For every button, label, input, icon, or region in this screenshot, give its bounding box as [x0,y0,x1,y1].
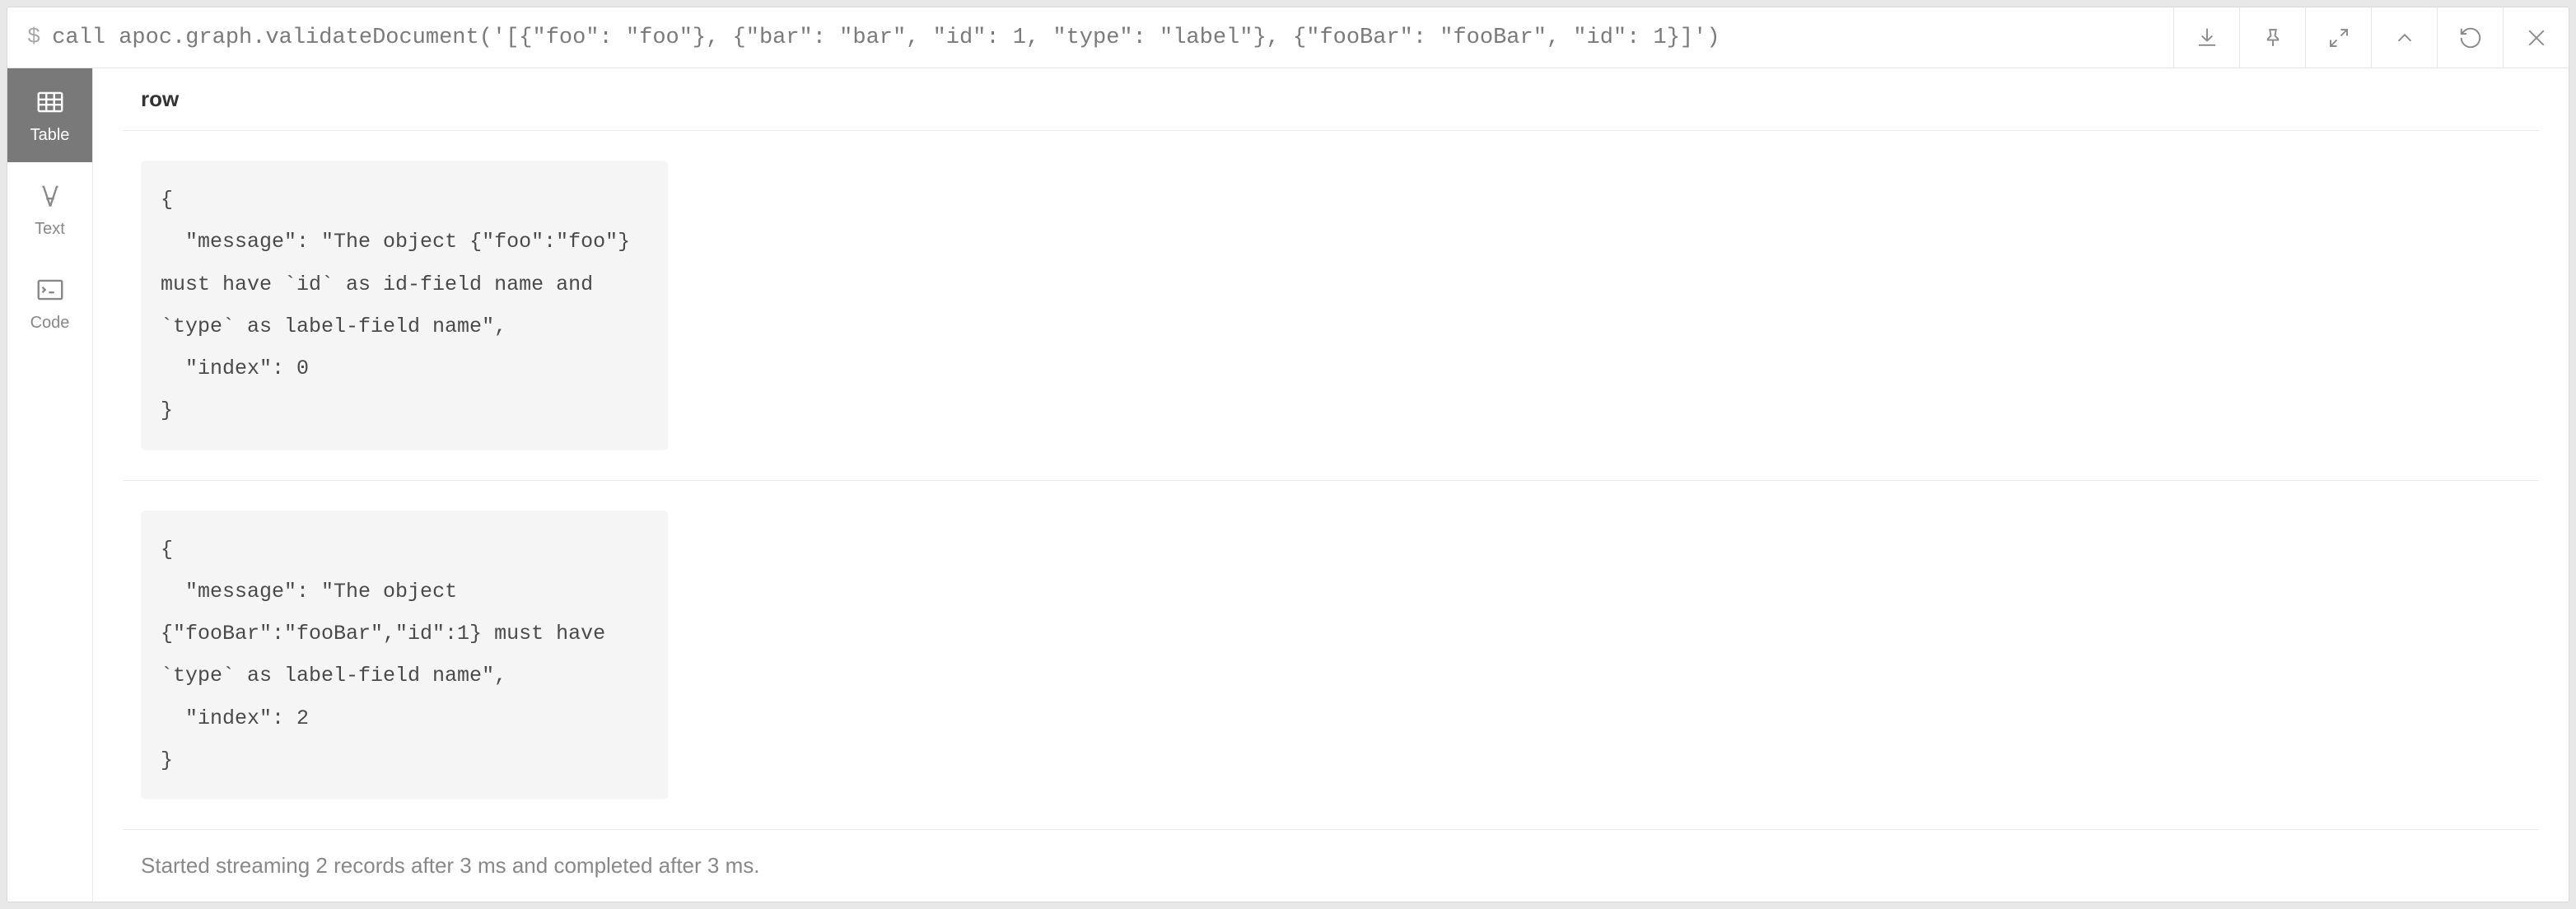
view-sidebar: Table Text Code [7,68,93,902]
refresh-icon [2458,26,2483,50]
text-icon [35,180,66,212]
tab-table-label: Table [30,126,70,145]
close-icon [2524,26,2549,50]
expand-icon [2326,26,2351,50]
result-object[interactable]: { "message": "The object {"fooBar":"fooB… [141,510,668,800]
chevron-up-icon [2392,26,2417,50]
table-row: { "message": "The object {"foo":"foo"} m… [123,131,2539,481]
frame-toolbar [2173,7,2569,68]
rerun-button[interactable] [2437,7,2503,68]
pin-icon [2261,26,2285,50]
column-header: row [123,68,2539,131]
expand-button[interactable] [2305,7,2371,68]
code-icon [35,274,66,305]
collapse-button[interactable] [2371,7,2437,68]
close-button[interactable] [2503,7,2569,68]
download-button[interactable] [2173,7,2239,68]
tab-code[interactable]: Code [7,256,92,350]
table-row: { "message": "The object {"fooBar":"fooB… [123,481,2539,831]
download-icon [2195,26,2219,50]
query-prompt[interactable]: $ call apoc.graph.validateDocument('[{"f… [7,7,2173,68]
prompt-symbol: $ [27,26,40,50]
tab-table[interactable]: Table [7,68,92,162]
table-icon [35,86,66,118]
results-content: row { "message": "The object {"foo":"foo… [93,68,2569,902]
result-body: Table Text Code row { "message": "The ob… [7,68,2569,902]
tab-text[interactable]: Text [7,162,92,256]
status-footer: Started streaming 2 records after 3 ms a… [123,830,2539,902]
result-object[interactable]: { "message": "The object {"foo":"foo"} m… [141,161,668,450]
tab-code-label: Code [30,314,70,333]
query-text: call apoc.graph.validateDocument('[{"foo… [52,26,1720,50]
pin-button[interactable] [2239,7,2305,68]
query-header: $ call apoc.graph.validateDocument('[{"f… [7,7,2569,68]
result-frame: $ call apoc.graph.validateDocument('[{"f… [7,7,2569,902]
tab-text-label: Text [35,220,65,239]
